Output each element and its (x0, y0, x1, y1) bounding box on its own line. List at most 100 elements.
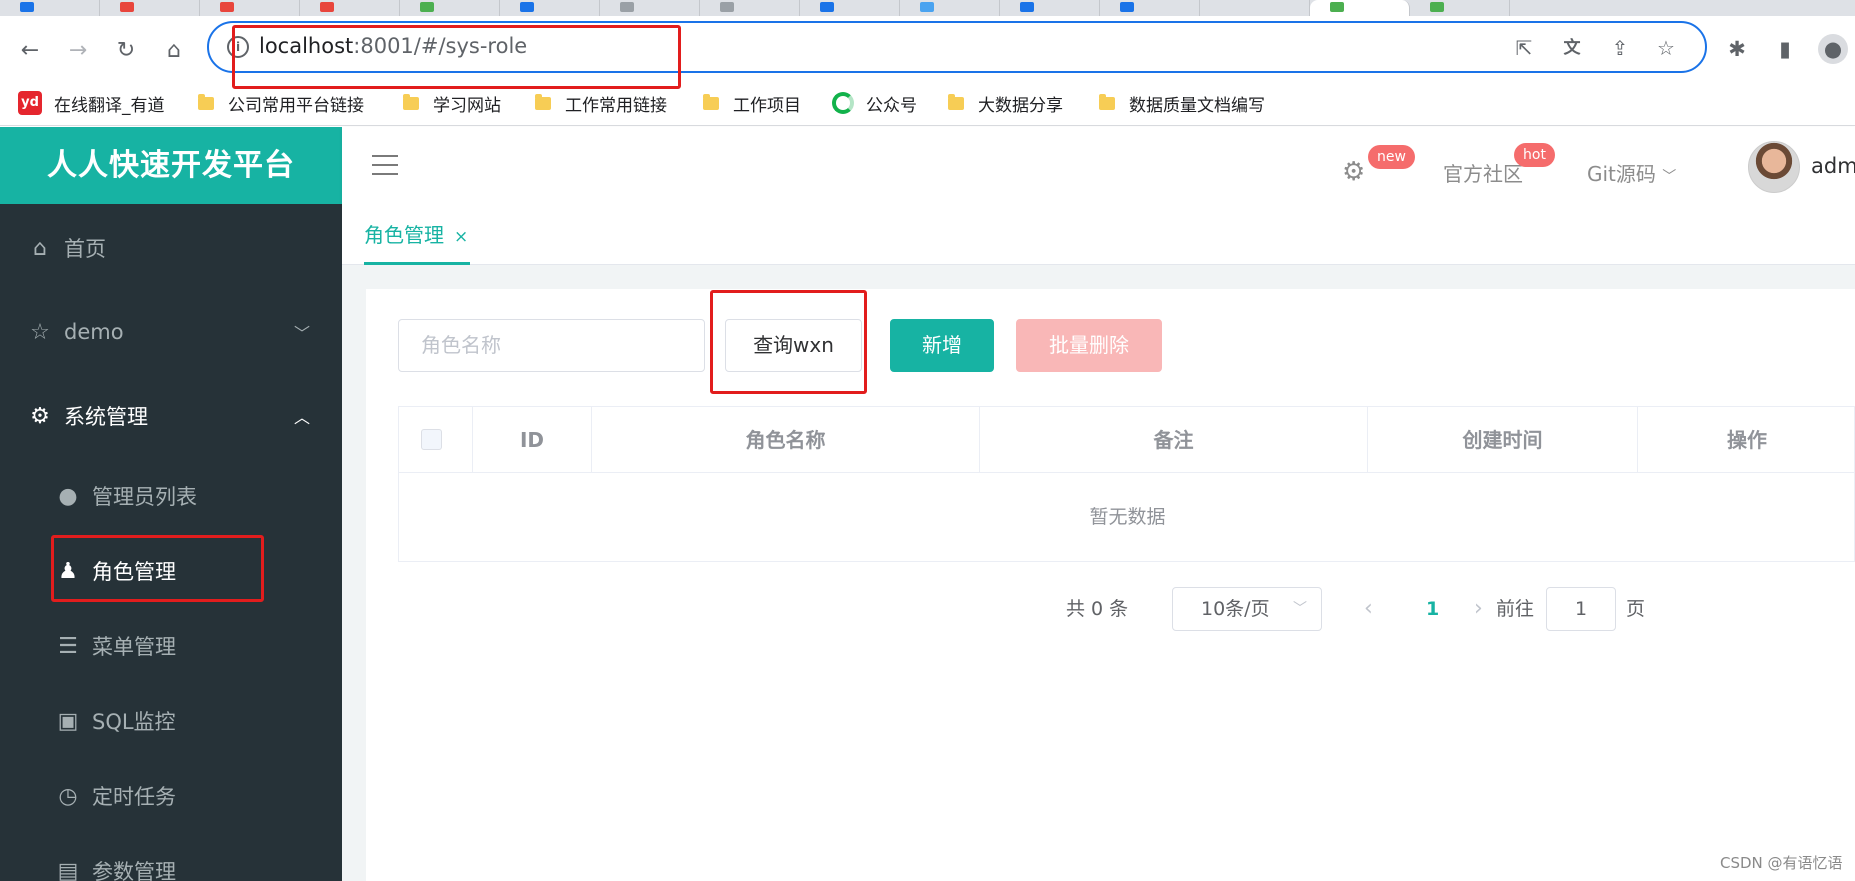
youdao-icon: yd (18, 91, 42, 115)
select-all-checkbox[interactable] (421, 429, 442, 450)
browser-tab[interactable] (1200, 0, 1310, 16)
browser-tab[interactable] (300, 0, 400, 16)
app-header: ⚙ new 官方社区 hot Git源码 ﹀ admin (342, 127, 1855, 205)
sidebar-item-system[interactable]: ⚙ 系统管理 ︿ (0, 386, 342, 446)
bookmark-label: 工作常用链接 (565, 95, 667, 116)
sidebar-item-admin-list[interactable]: ● 管理员列表 (0, 466, 342, 526)
open-in-app-icon[interactable]: ⇱ (1509, 34, 1539, 62)
browser-tab[interactable] (1410, 0, 1510, 16)
reload-icon[interactable]: ↻ (110, 34, 142, 66)
browser-tab-active[interactable] (1310, 0, 1410, 16)
wechat-circle-icon (832, 92, 854, 114)
extensions-puzzle-icon[interactable]: ✱ (1722, 34, 1752, 64)
browser-tab[interactable] (900, 0, 1000, 16)
bookmark-folder[interactable]: 工作项目 (703, 90, 801, 116)
column-header-id[interactable]: ID (473, 407, 592, 473)
prev-page-icon[interactable]: ‹ (1364, 587, 1373, 631)
page-size-value: 10条/页 (1201, 598, 1270, 620)
sidebar-item-demo[interactable]: ☆ demo ﹀ (0, 302, 342, 362)
chevron-up-icon: ︿ (293, 408, 310, 427)
sidebar-item-home[interactable]: ⌂ 首页 (0, 218, 342, 278)
bookmark-label: 在线翻译_有道 (54, 95, 165, 116)
bookmark-folder[interactable]: 工作常用链接 (535, 90, 667, 116)
column-header-created-time[interactable]: 创建时间 (1368, 407, 1638, 473)
forward-arrow-icon[interactable]: → (62, 34, 94, 66)
bookmark-folder[interactable]: 学习网站 (403, 90, 501, 116)
column-header-actions[interactable]: 操作 (1638, 407, 1855, 473)
add-button[interactable]: 新增 (890, 319, 994, 372)
sidebar-item-menu-mgmt[interactable]: ☰ 菜单管理 (0, 616, 342, 676)
bookmark-folder[interactable]: 大数据分享 (948, 90, 1063, 116)
annotation-highlight-role-menu (51, 535, 264, 602)
bookmark-youdao[interactable]: yd 在线翻译_有道 (18, 90, 165, 116)
gear-icon[interactable]: ⚙ (1342, 157, 1365, 187)
hamburger-menu-icon[interactable] (372, 155, 398, 177)
bookmark-folder[interactable]: 数据质量文档编写 (1099, 90, 1265, 116)
favicon-icon (520, 2, 534, 12)
sidebar-item-sql-monitor[interactable]: ▣ SQL监控 (0, 691, 342, 751)
browser-tab[interactable] (1100, 0, 1200, 16)
browser-tab[interactable] (100, 0, 200, 16)
browser-tab[interactable] (400, 0, 500, 16)
empty-state-text: 暂无数据 (1089, 506, 1166, 528)
pagination-total: 共 0 条 (1066, 598, 1129, 620)
hot-badge: hot (1514, 143, 1555, 167)
user-icon: ● (58, 483, 78, 509)
bookmark-label: 数据质量文档编写 (1129, 95, 1265, 116)
username[interactable]: admin (1811, 154, 1855, 178)
page-number-current[interactable]: 1 (1426, 587, 1439, 631)
profile-icon[interactable]: ● (1818, 34, 1848, 64)
community-link[interactable]: 官方社区 (1443, 158, 1523, 187)
sidebar-item-label: 定时任务 (92, 785, 176, 809)
bookmark-label: 公司常用平台链接 (228, 95, 364, 116)
back-arrow-icon[interactable]: ← (14, 34, 46, 66)
bookmark-label: 学习网站 (433, 95, 501, 116)
favicon-icon (720, 2, 734, 12)
bookmark-star-icon[interactable]: ☆ (1651, 34, 1681, 62)
browser-tab[interactable] (200, 0, 300, 16)
browser-tab[interactable] (0, 0, 100, 16)
favicon-icon (620, 2, 634, 12)
watermark-text: CSDN @有语忆语 (1720, 854, 1843, 872)
close-icon[interactable]: × (454, 227, 468, 247)
browser-tab[interactable] (600, 0, 700, 16)
brand-title[interactable]: 人人快速开发平台 (0, 127, 342, 204)
bookmark-folder[interactable]: 公司常用平台链接 (198, 90, 364, 116)
bookmark-wechat[interactable]: 公众号 (832, 90, 917, 116)
chevron-down-icon: ﹀ (1662, 169, 1677, 185)
next-page-icon[interactable]: › (1474, 587, 1483, 631)
git-source-dropdown[interactable]: Git源码 ﹀ (1587, 158, 1676, 187)
page-size-select[interactable]: 10条/页 ﹀ (1172, 587, 1322, 631)
browser-tab[interactable] (1000, 0, 1100, 16)
content-card: 角色名称 查询wxn 新增 批量删除 ID 角色名称 备注 创建时间 操作 暂无… (366, 289, 1855, 881)
column-header-remark[interactable]: 备注 (980, 407, 1368, 473)
role-name-search-input[interactable]: 角色名称 (398, 319, 705, 372)
column-header-role-name[interactable]: 角色名称 (592, 407, 980, 473)
chevron-down-icon: ﹀ (1293, 601, 1307, 617)
side-panel-icon[interactable]: ▮ (1770, 34, 1800, 64)
browser-tab[interactable] (700, 0, 800, 16)
browser-tab[interactable] (500, 0, 600, 16)
tab-label: 角色管理 (364, 223, 444, 247)
favicon-icon (20, 2, 34, 12)
folder-icon (535, 93, 551, 110)
goto-page-input[interactable]: 1 (1546, 587, 1616, 631)
folder-icon (948, 93, 964, 110)
sidebar-item-label: SQL监控 (92, 710, 176, 734)
sidebar-item-params-mgmt[interactable]: ▤ 参数管理 (0, 841, 342, 881)
translate-icon[interactable]: 文 (1557, 34, 1587, 62)
home-icon[interactable]: ⌂ (158, 34, 190, 66)
favicon-icon (1020, 2, 1034, 12)
batch-delete-button[interactable]: 批量删除 (1016, 319, 1162, 372)
page-tabs-bar: 角色管理 × (342, 205, 1855, 265)
browser-tab[interactable] (800, 0, 900, 16)
sidebar-item-label: 系统管理 (64, 405, 148, 429)
share-icon[interactable]: ⇪ (1605, 34, 1635, 62)
sidebar-item-label: 首页 (64, 237, 106, 261)
gear-icon: ⚙ (30, 403, 50, 429)
clock-icon: ◷ (58, 783, 78, 809)
avatar[interactable] (1748, 141, 1800, 193)
tab-role-mgmt[interactable]: 角色管理 × (364, 219, 471, 265)
sidebar-item-scheduled-tasks[interactable]: ◷ 定时任务 (0, 766, 342, 826)
favicon-icon (120, 2, 134, 12)
